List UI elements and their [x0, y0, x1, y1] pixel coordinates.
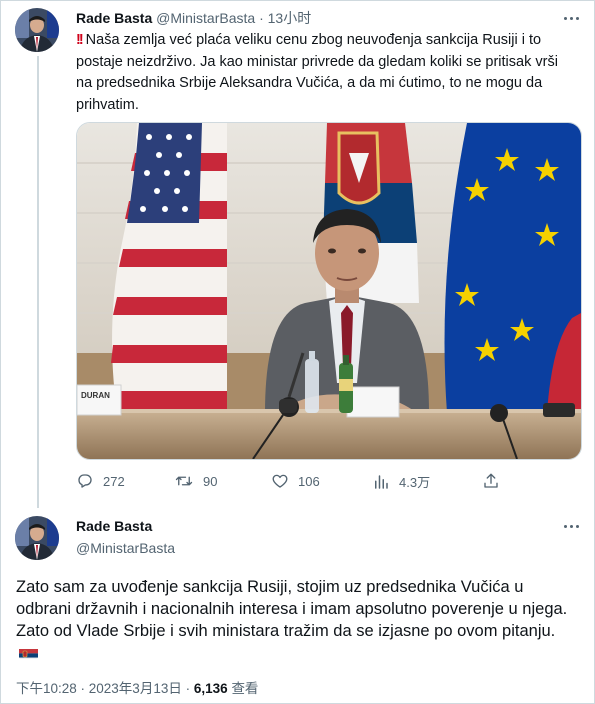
retweet-button[interactable]: 90 [174, 472, 217, 490]
tweet-text: Zato sam za uvođenje sankcija Rusiji, st… [16, 576, 576, 664]
author-handle[interactable]: @MinistarBasta [76, 539, 175, 557]
nameplate-text: DURAN [81, 391, 110, 400]
author-name[interactable]: Rade Basta [76, 10, 152, 26]
views-icon [375, 474, 388, 489]
like-icon [272, 474, 288, 488]
retweet-count: 90 [203, 473, 218, 489]
serbia-flag-emoji [19, 646, 38, 659]
share-icon [484, 473, 498, 488]
separator-dot: · [185, 681, 191, 696]
reply-icon [78, 474, 92, 488]
reply-count: 272 [103, 473, 125, 489]
views-count: 6,136 [193, 681, 228, 696]
reply-button[interactable]: 272 [76, 472, 125, 490]
double-exclamation-emoji: !! [76, 32, 84, 48]
views-label: 查看 [231, 681, 259, 696]
tweet-header: Rade Basta @MinistarBasta [76, 517, 175, 557]
tweet-text-body: Zato sam za uvođenje sankcija Rusiji, st… [16, 578, 568, 640]
share-button[interactable] [482, 472, 509, 490]
tweet-photo[interactable]: DURAN [76, 122, 582, 460]
tweet-header: Rade Basta @MinistarBasta · 13小时 [76, 9, 311, 27]
views-button[interactable]: 4.3万 [372, 472, 430, 491]
tweet-timestamp[interactable]: 下午10:28 · 2023年3月13日 [16, 681, 182, 696]
avatar[interactable] [15, 516, 59, 560]
tweet-text-body: Naša zemlja već plaća veliku cenu zbog n… [76, 32, 558, 113]
more-icon[interactable] [561, 10, 581, 26]
tweet-text: !! Naša zemlja već plaća veliku cenu zbog… [76, 30, 576, 116]
tweet-meta: 下午10:28 · 2023年3月13日 · 6,136 查看 [16, 677, 258, 697]
like-count: 106 [298, 473, 320, 489]
separator-dot: · [259, 10, 264, 26]
avatar[interactable] [15, 8, 59, 52]
like-button[interactable]: 106 [271, 472, 320, 490]
tweet-actions: 272 90 106 4.3万 [76, 472, 546, 492]
thread-connector-line [37, 56, 39, 508]
author-name[interactable]: Rade Basta [76, 517, 175, 535]
more-icon[interactable] [561, 518, 581, 534]
retweet-icon [175, 476, 193, 486]
author-handle[interactable]: @MinistarBasta [156, 10, 255, 26]
views-count: 4.3万 [399, 475, 431, 490]
tweet-time[interactable]: 13小时 [268, 10, 312, 26]
